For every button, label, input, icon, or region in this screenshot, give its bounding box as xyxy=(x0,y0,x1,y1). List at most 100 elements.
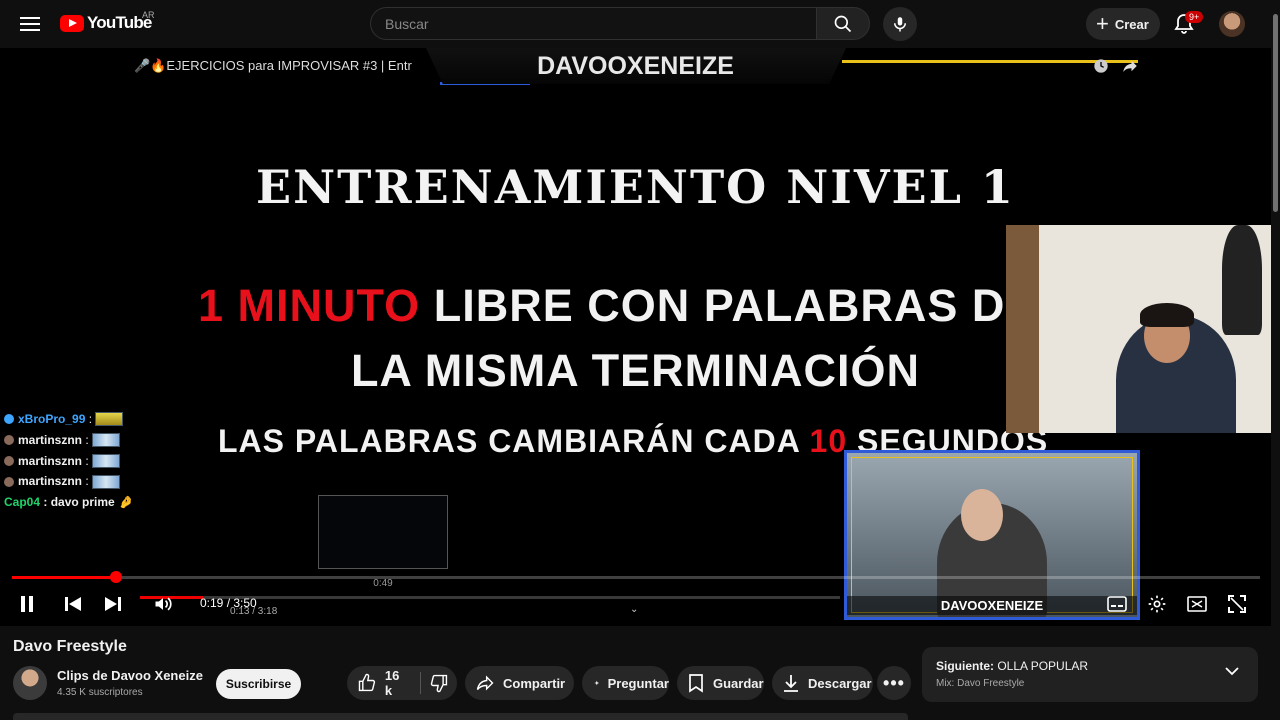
gear-icon xyxy=(1148,595,1166,613)
video-title: Davo Freestyle xyxy=(13,638,127,655)
share-button[interactable]: Compartir xyxy=(465,666,574,700)
fullscreen-icon xyxy=(1228,595,1246,613)
fullscreen-button[interactable] xyxy=(1225,592,1249,616)
slide-line-1-red: 1 MINUTO xyxy=(198,280,421,331)
previous-icon xyxy=(65,597,81,611)
chevron-down-icon[interactable] xyxy=(1224,663,1240,679)
settings-button[interactable] xyxy=(1145,592,1169,616)
banner-text: DAVOOXENEIZE xyxy=(537,52,734,80)
scrub-preview-time: 0:49 xyxy=(373,578,393,589)
slide-line-1: 1 MINUTO LIBRE CON PALABRAS DE xyxy=(198,280,1036,332)
miniplayer-button[interactable] xyxy=(1185,592,1209,616)
mic-icon xyxy=(894,17,906,32)
scrollbar-thumb[interactable] xyxy=(1273,14,1278,212)
top-bar: YouTube AR + Crear 9+ xyxy=(0,0,1280,48)
search-button[interactable] xyxy=(816,7,870,40)
chat-message: martinsznn : xyxy=(4,430,134,451)
slide-line-1-rest: LIBRE CON PALABRAS DE xyxy=(420,280,1037,331)
headphones xyxy=(1140,303,1194,327)
channel-name[interactable]: Clips de Davoo Xeneize xyxy=(57,668,203,683)
emote-icon xyxy=(95,412,124,427)
ask-button[interactable]: Preguntar xyxy=(582,666,669,700)
chat-text: : xyxy=(85,453,89,468)
chat-username: martinsznn xyxy=(18,432,83,447)
like-count: 16 k xyxy=(384,668,400,698)
subscriber-count: 4.35 K suscriptores xyxy=(57,687,143,698)
next-button[interactable] xyxy=(102,592,124,616)
volume-icon xyxy=(155,597,172,611)
progress-scrubber[interactable] xyxy=(109,571,122,583)
volume-button[interactable] xyxy=(150,592,176,616)
webcam-label: DAVOOXENEIZE xyxy=(847,596,1137,615)
embedded-time-display: 0:13 / 3:18 xyxy=(230,606,278,617)
mannequin xyxy=(1222,225,1262,335)
user-badge-icon xyxy=(4,455,14,466)
chat-username: martinsznn xyxy=(18,453,83,468)
search-input[interactable] xyxy=(371,8,816,39)
region-code: AR xyxy=(142,10,155,20)
chat-text: : davo prime xyxy=(43,495,115,510)
page-scrollbar[interactable] xyxy=(1271,0,1280,720)
like-button[interactable]: 16 k xyxy=(347,668,410,698)
bookmark-icon xyxy=(689,674,703,693)
chat-username: xBroPro_99 xyxy=(18,412,86,426)
emote-icon xyxy=(91,453,120,468)
chat-username: Cap04 xyxy=(4,495,41,510)
video-player[interactable]: 🎤🔥EJERCICIOS para IMPROVISAR #3 | Entr D… xyxy=(0,48,1271,626)
subtitles-icon xyxy=(1107,596,1127,612)
subtitles-button[interactable] xyxy=(1105,592,1129,616)
chat-message: xBroPro_99 : xyxy=(4,409,134,430)
progress-bar[interactable] xyxy=(12,571,1260,583)
account-avatar[interactable] xyxy=(1219,11,1245,37)
subscribe-button[interactable]: Suscribirse xyxy=(216,669,301,699)
sparkle-icon xyxy=(594,680,600,686)
menu-icon[interactable] xyxy=(20,14,40,34)
chat-text: : xyxy=(88,412,93,426)
emote-icon xyxy=(91,474,120,489)
previous-button[interactable] xyxy=(62,592,84,616)
share-label: Compartir xyxy=(503,675,566,691)
chat-username: martinsznn xyxy=(18,474,83,489)
like-dislike-group: 16 k xyxy=(347,666,457,700)
streamer-webcam xyxy=(1006,225,1271,433)
download-button[interactable]: Descargar xyxy=(772,666,873,700)
chat-message: martinsznn : xyxy=(4,471,134,492)
up-next-title: Siguiente: OLLA POPULAR xyxy=(936,659,1088,673)
notification-badge: 9+ xyxy=(1185,11,1204,23)
youtube-logo[interactable]: YouTube AR xyxy=(60,10,155,33)
chevron-down-icon[interactable]: ⌄ xyxy=(630,604,638,615)
save-button[interactable]: Guardar xyxy=(677,666,764,700)
slide-line-3-pre: LAS PALABRAS CAMBIARÁN CADA xyxy=(218,423,810,459)
emote-icon xyxy=(91,433,120,448)
description-box-edge xyxy=(13,713,908,720)
miniplayer-icon xyxy=(1187,596,1207,612)
search-icon xyxy=(834,15,852,32)
youtube-play-icon xyxy=(60,14,84,32)
more-actions-button[interactable]: ••• xyxy=(877,666,911,700)
creator-webcam: DAVOOXENEIZE xyxy=(844,450,1140,620)
plus-icon: + xyxy=(1096,11,1109,36)
create-button[interactable]: + Crear xyxy=(1086,8,1160,40)
pause-button[interactable] xyxy=(16,592,38,616)
search-box xyxy=(370,7,816,40)
voice-search-button[interactable] xyxy=(883,7,917,41)
thumbs-up-icon xyxy=(358,673,376,692)
share-arrow-icon xyxy=(1123,60,1137,72)
user-badge-icon xyxy=(4,414,14,425)
pause-icon xyxy=(21,596,33,612)
up-next-card[interactable]: Siguiente: OLLA POPULAR Mix: Davo Freest… xyxy=(922,647,1258,702)
chat-text: : xyxy=(85,474,89,489)
channel-avatar[interactable] xyxy=(13,666,47,700)
up-next-mix: Mix: Davo Freestyle xyxy=(936,678,1025,689)
download-label: Descargar xyxy=(808,675,872,691)
emoji-icon: 🤌 xyxy=(118,495,134,510)
download-icon xyxy=(784,675,798,692)
up-next-prefix: Siguiente: xyxy=(936,659,998,673)
chat-message: martinsznn : xyxy=(4,451,134,472)
share-icon xyxy=(476,675,494,691)
chat-message: Cap04 : davo prime 🤌 xyxy=(4,492,134,513)
user-badge-icon xyxy=(4,435,14,446)
create-label: Crear xyxy=(1114,16,1149,32)
chat-overlay: xBroPro_99 : martinsznn : martinsznn : m… xyxy=(4,409,134,513)
thumbs-down-icon[interactable] xyxy=(429,673,449,693)
